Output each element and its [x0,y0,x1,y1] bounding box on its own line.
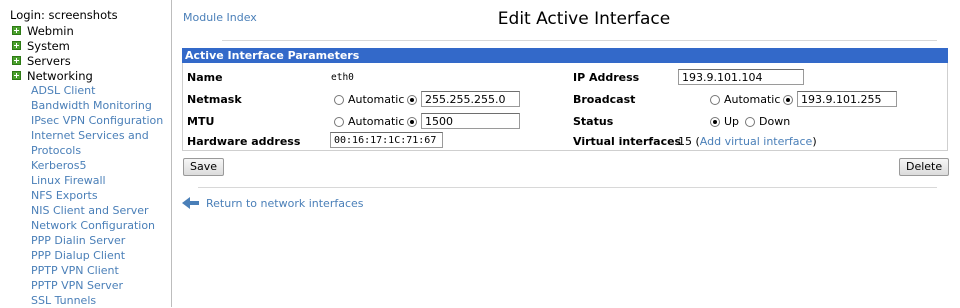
category-servers[interactable]: Servers [10,53,171,68]
mtu-field[interactable] [421,113,520,129]
expand-icon [12,56,21,65]
sidebar-item-adsl-client[interactable]: ADSL Client [31,83,171,98]
status-down-radio[interactable] [745,117,755,127]
panel-body: Name eth0 IP Address Netmask Automatic B… [182,63,948,151]
login-label: Login: screenshots [10,8,118,22]
sidebar-item-internet-services[interactable]: Internet Services and Protocols [31,128,160,158]
ip-address-label: IP Address [573,71,640,84]
divider [198,187,937,188]
broadcast-automatic-radio[interactable] [710,95,720,105]
status-up-label: Up [724,115,740,128]
sidebar-item-network-configuration[interactable]: Network Configuration [31,218,171,233]
hardware-address-field[interactable] [330,132,443,148]
virtual-interfaces-count: 15 [678,135,692,148]
sidebar-item-nfs-exports[interactable]: NFS Exports [31,188,171,203]
netmask-field[interactable] [421,91,520,107]
sidebar-item-ppp-dialin[interactable]: PPP Dialin Server [31,233,171,248]
category-label: System [27,38,70,53]
broadcast-manual-radio[interactable] [783,95,793,105]
broadcast-label: Broadcast [573,93,636,106]
broadcast-automatic-label: Automatic [724,93,781,106]
virtual-interfaces-value: 15 (Add virtual interface) [678,135,817,148]
netmask-automatic-label: Automatic [348,93,405,106]
category-system[interactable]: System [10,38,171,53]
page-title: Edit Active Interface [497,9,671,29]
name-label: Name [187,71,223,84]
module-index-link[interactable]: Module Index [183,11,257,24]
sidebar: Login: screenshots Webmin System Servers… [0,0,172,307]
sidebar-item-bandwidth-monitoring[interactable]: Bandwidth Monitoring [31,98,171,113]
sidebar-item-pptp-server[interactable]: PPTP VPN Server [31,278,171,293]
category-webmin[interactable]: Webmin [10,23,171,38]
delete-button[interactable]: Delete [899,158,950,176]
add-virtual-interface-link[interactable]: Add virtual interface [700,135,813,148]
expand-icon [12,71,21,80]
mtu-manual-radio[interactable] [407,117,417,127]
mtu-automatic-label: Automatic [348,115,405,128]
virtual-interfaces-label: Virtual interfaces [573,135,682,148]
main-content: Module Index Edit Active Interface Activ… [174,0,960,307]
netmask-label: Netmask [187,93,242,106]
expand-icon [12,26,21,35]
panel-header: Active Interface Parameters [182,48,948,63]
netmask-automatic-radio[interactable] [334,95,344,105]
hardware-address-label: Hardware address [187,135,301,148]
sidebar-item-pptp-client[interactable]: PPTP VPN Client [31,263,171,278]
back-arrow-icon [182,197,199,209]
mtu-automatic-radio[interactable] [334,117,344,127]
divider [222,40,937,41]
status-down-label: Down [759,115,791,128]
name-value: eth0 [331,72,354,83]
netmask-manual-radio[interactable] [407,95,417,105]
status-label: Status [573,115,614,128]
sidebar-item-linux-firewall[interactable]: Linux Firewall [31,173,171,188]
return-to-network-interfaces-link[interactable]: Return to network interfaces [206,197,364,210]
sidebar-item-nis[interactable]: NIS Client and Server [31,203,171,218]
sidebar-item-ppp-dialup[interactable]: PPP Dialup Client [31,248,171,263]
ip-address-field[interactable] [678,69,804,85]
back-link-row: Return to network interfaces [182,196,364,210]
category-networking[interactable]: Networking [10,68,171,83]
sidebar-item-ipsec-vpn[interactable]: IPsec VPN Configuration [31,113,171,128]
sidebar-item-ssl-tunnels[interactable]: SSL Tunnels [31,293,171,308]
mtu-label: MTU [187,115,215,128]
status-up-radio[interactable] [710,117,720,127]
category-label: Webmin [27,23,74,38]
save-button[interactable]: Save [183,158,225,176]
category-label: Servers [27,53,71,68]
expand-icon [12,41,21,50]
category-label: Networking [27,68,93,83]
broadcast-field[interactable] [797,91,897,107]
sidebar-item-kerberos5[interactable]: Kerberos5 [31,158,171,173]
